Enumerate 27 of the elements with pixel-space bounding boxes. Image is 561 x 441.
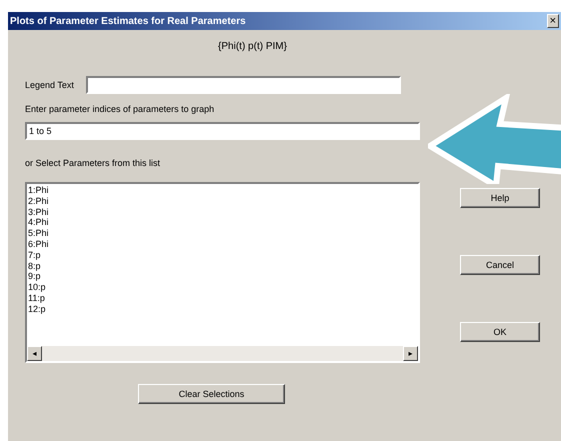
dialog-button[interactable]: Help (460, 188, 540, 208)
parameter-item[interactable]: 1:Phi (28, 185, 417, 196)
parameter-item[interactable]: 11:p (28, 292, 417, 304)
parameter-item[interactable]: 3:Phi (28, 206, 417, 218)
legend-label: Legend Text (25, 80, 74, 90)
parameter-item[interactable]: 2:Phi (28, 196, 417, 207)
model-name: {Phi(t) p(t) PIM} (217, 41, 288, 52)
window-title: Plots of Parameter Estimates for Real Parameters (10, 16, 246, 26)
scroll-left-button[interactable]: ◂ (27, 346, 42, 361)
parameter-item[interactable]: 5:Phi (28, 228, 417, 239)
dialog-button[interactable]: OK (460, 322, 540, 342)
parameter-item[interactable]: 10:p (28, 282, 417, 293)
parameter-item[interactable]: 9:p (28, 271, 417, 282)
clear-selections-button[interactable]: Clear Selections (138, 384, 285, 404)
parameter-item[interactable]: 8:p (28, 260, 417, 272)
parameter-item[interactable]: 12:p (28, 304, 417, 315)
parameter-item[interactable]: 7:p (28, 250, 417, 261)
list-label: or Select Parameters from this list (25, 158, 162, 168)
scroll-right-button[interactable]: ▸ (403, 346, 418, 361)
parameter-item[interactable]: 6:Phi (28, 238, 417, 250)
indices-field[interactable]: 1 to 5 (25, 122, 420, 140)
indices-label: Enter parameter indices of parameters to graph (25, 104, 216, 114)
close-button[interactable]: × (546, 14, 559, 28)
legend-field[interactable] (86, 76, 401, 94)
dialog-button[interactable]: Cancel (460, 255, 540, 275)
parameter-item[interactable]: 4:Phi (28, 217, 417, 228)
arrow-icon (428, 94, 561, 184)
